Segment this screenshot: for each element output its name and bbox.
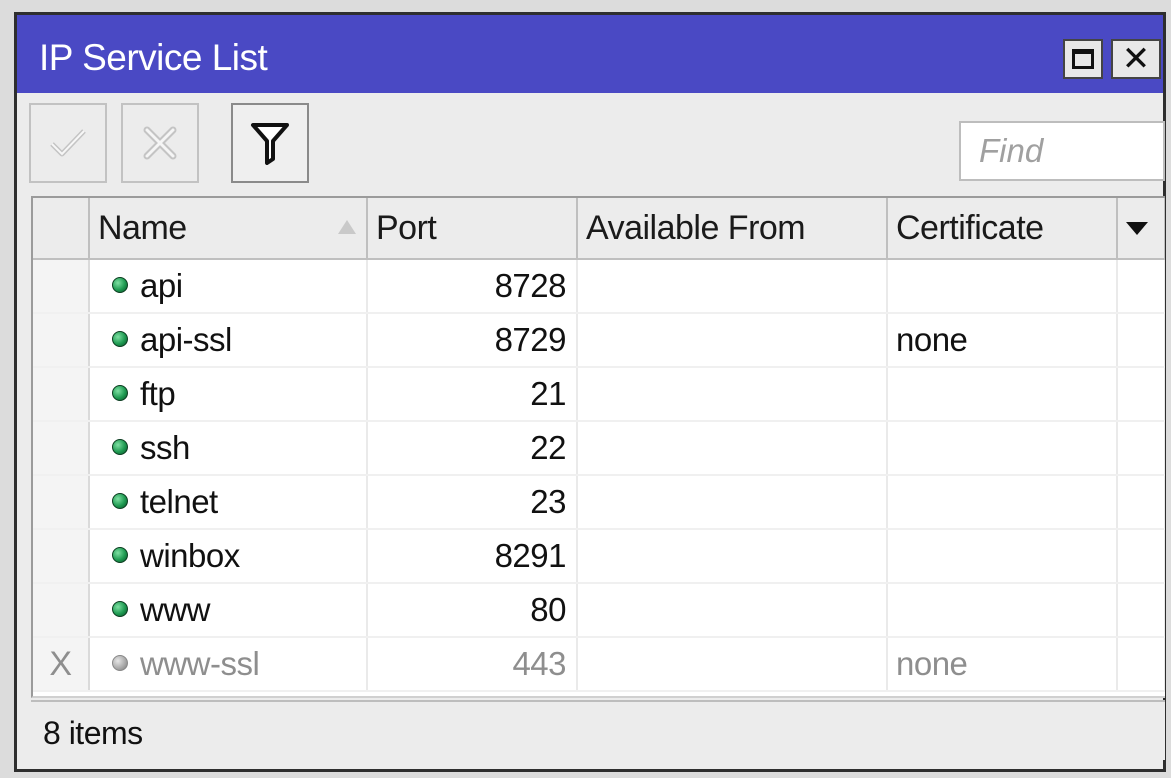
table-row[interactable]: telnet 23 bbox=[33, 475, 1165, 530]
close-button[interactable]: ✕ bbox=[1111, 39, 1161, 79]
toolbar bbox=[17, 93, 1165, 196]
service-certificate: none bbox=[887, 313, 1118, 368]
filter-button[interactable] bbox=[231, 103, 309, 183]
disable-button[interactable] bbox=[121, 103, 199, 183]
service-name: telnet bbox=[140, 483, 218, 520]
service-available-from bbox=[577, 421, 888, 476]
column-header-label: Port bbox=[376, 208, 437, 247]
table-row[interactable]: winbox 8291 bbox=[33, 529, 1165, 584]
status-bar: 8 items bbox=[31, 700, 1165, 760]
column-header-available-from[interactable]: Available From bbox=[577, 198, 888, 260]
status-dot-icon bbox=[112, 277, 128, 294]
service-port: 21 bbox=[367, 367, 578, 422]
column-header-label: Available From bbox=[586, 208, 806, 247]
service-port: 8729 bbox=[367, 313, 578, 368]
service-available-from bbox=[577, 259, 888, 314]
service-port: 8728 bbox=[367, 259, 578, 314]
service-available-from bbox=[577, 475, 888, 530]
status-dot-icon bbox=[112, 439, 128, 456]
service-port: 8291 bbox=[367, 529, 578, 584]
row-flag bbox=[33, 583, 90, 638]
service-certificate: none bbox=[887, 637, 1118, 692]
row-flag bbox=[33, 421, 90, 476]
status-dot-icon bbox=[112, 493, 128, 510]
table-header-row: Name Port Available From Certificate bbox=[33, 198, 1165, 260]
sort-ascending-icon bbox=[338, 220, 356, 234]
ip-service-list-window: IP Service List ✕ Find Name Port Availab… bbox=[14, 12, 1166, 772]
service-port: 443 bbox=[367, 637, 578, 692]
status-dot-icon bbox=[112, 601, 128, 618]
service-certificate bbox=[887, 259, 1118, 314]
service-name: ssh bbox=[140, 429, 190, 466]
column-header-label: Name bbox=[98, 208, 187, 247]
table-row[interactable]: ssh 22 bbox=[33, 421, 1165, 476]
service-certificate bbox=[887, 529, 1118, 584]
find-input[interactable] bbox=[959, 121, 1165, 181]
maximize-icon bbox=[1072, 49, 1094, 69]
row-flag bbox=[33, 259, 90, 314]
service-available-from bbox=[577, 367, 888, 422]
service-certificate bbox=[887, 583, 1118, 638]
service-certificate bbox=[887, 421, 1118, 476]
maximize-button[interactable] bbox=[1063, 39, 1103, 79]
status-dot-icon bbox=[112, 385, 128, 402]
service-name: www-ssl bbox=[140, 645, 260, 682]
column-header-name[interactable]: Name bbox=[89, 198, 368, 260]
service-certificate bbox=[887, 367, 1118, 422]
row-flag bbox=[33, 529, 90, 584]
service-available-from bbox=[577, 583, 888, 638]
row-flag bbox=[33, 313, 90, 368]
status-dot-icon bbox=[112, 547, 128, 564]
table-row[interactable]: api 8728 bbox=[33, 259, 1165, 314]
column-header-label: Certificate bbox=[896, 208, 1044, 247]
chevron-down-icon bbox=[1126, 222, 1148, 235]
service-port: 80 bbox=[367, 583, 578, 638]
row-flag bbox=[33, 475, 90, 530]
service-available-from bbox=[577, 529, 888, 584]
column-menu-button[interactable] bbox=[1117, 198, 1165, 260]
status-dot-icon bbox=[112, 331, 128, 348]
window-title: IP Service List bbox=[39, 37, 268, 78]
service-name: api bbox=[140, 267, 183, 304]
table-row[interactable]: ftp 21 bbox=[33, 367, 1165, 422]
table-row[interactable]: api-ssl 8729 none bbox=[33, 313, 1165, 368]
service-certificate bbox=[887, 475, 1118, 530]
service-name: api-ssl bbox=[140, 321, 232, 358]
check-icon bbox=[50, 129, 86, 157]
column-header-flag[interactable] bbox=[33, 198, 90, 260]
service-available-from bbox=[577, 637, 888, 692]
close-icon: ✕ bbox=[1121, 40, 1151, 78]
disabled-flag-icon: X bbox=[33, 637, 90, 692]
column-header-port[interactable]: Port bbox=[367, 198, 578, 260]
row-flag bbox=[33, 367, 90, 422]
service-table: Name Port Available From Certificate api… bbox=[31, 196, 1165, 698]
status-dot-icon bbox=[112, 655, 128, 672]
column-header-certificate[interactable]: Certificate bbox=[887, 198, 1118, 260]
service-port: 23 bbox=[367, 475, 578, 530]
cross-icon bbox=[143, 126, 177, 160]
service-name: ftp bbox=[140, 375, 176, 412]
funnel-icon bbox=[251, 123, 289, 165]
service-name: winbox bbox=[140, 537, 240, 574]
enable-button[interactable] bbox=[29, 103, 107, 183]
service-available-from bbox=[577, 313, 888, 368]
title-bar[interactable]: IP Service List ✕ bbox=[17, 15, 1163, 93]
table-row[interactable]: www 80 bbox=[33, 583, 1165, 638]
service-name: www bbox=[140, 591, 211, 628]
item-count: 8 items bbox=[43, 715, 143, 751]
service-port: 22 bbox=[367, 421, 578, 476]
table-row-disabled[interactable]: X www-ssl 443 none bbox=[33, 637, 1165, 692]
